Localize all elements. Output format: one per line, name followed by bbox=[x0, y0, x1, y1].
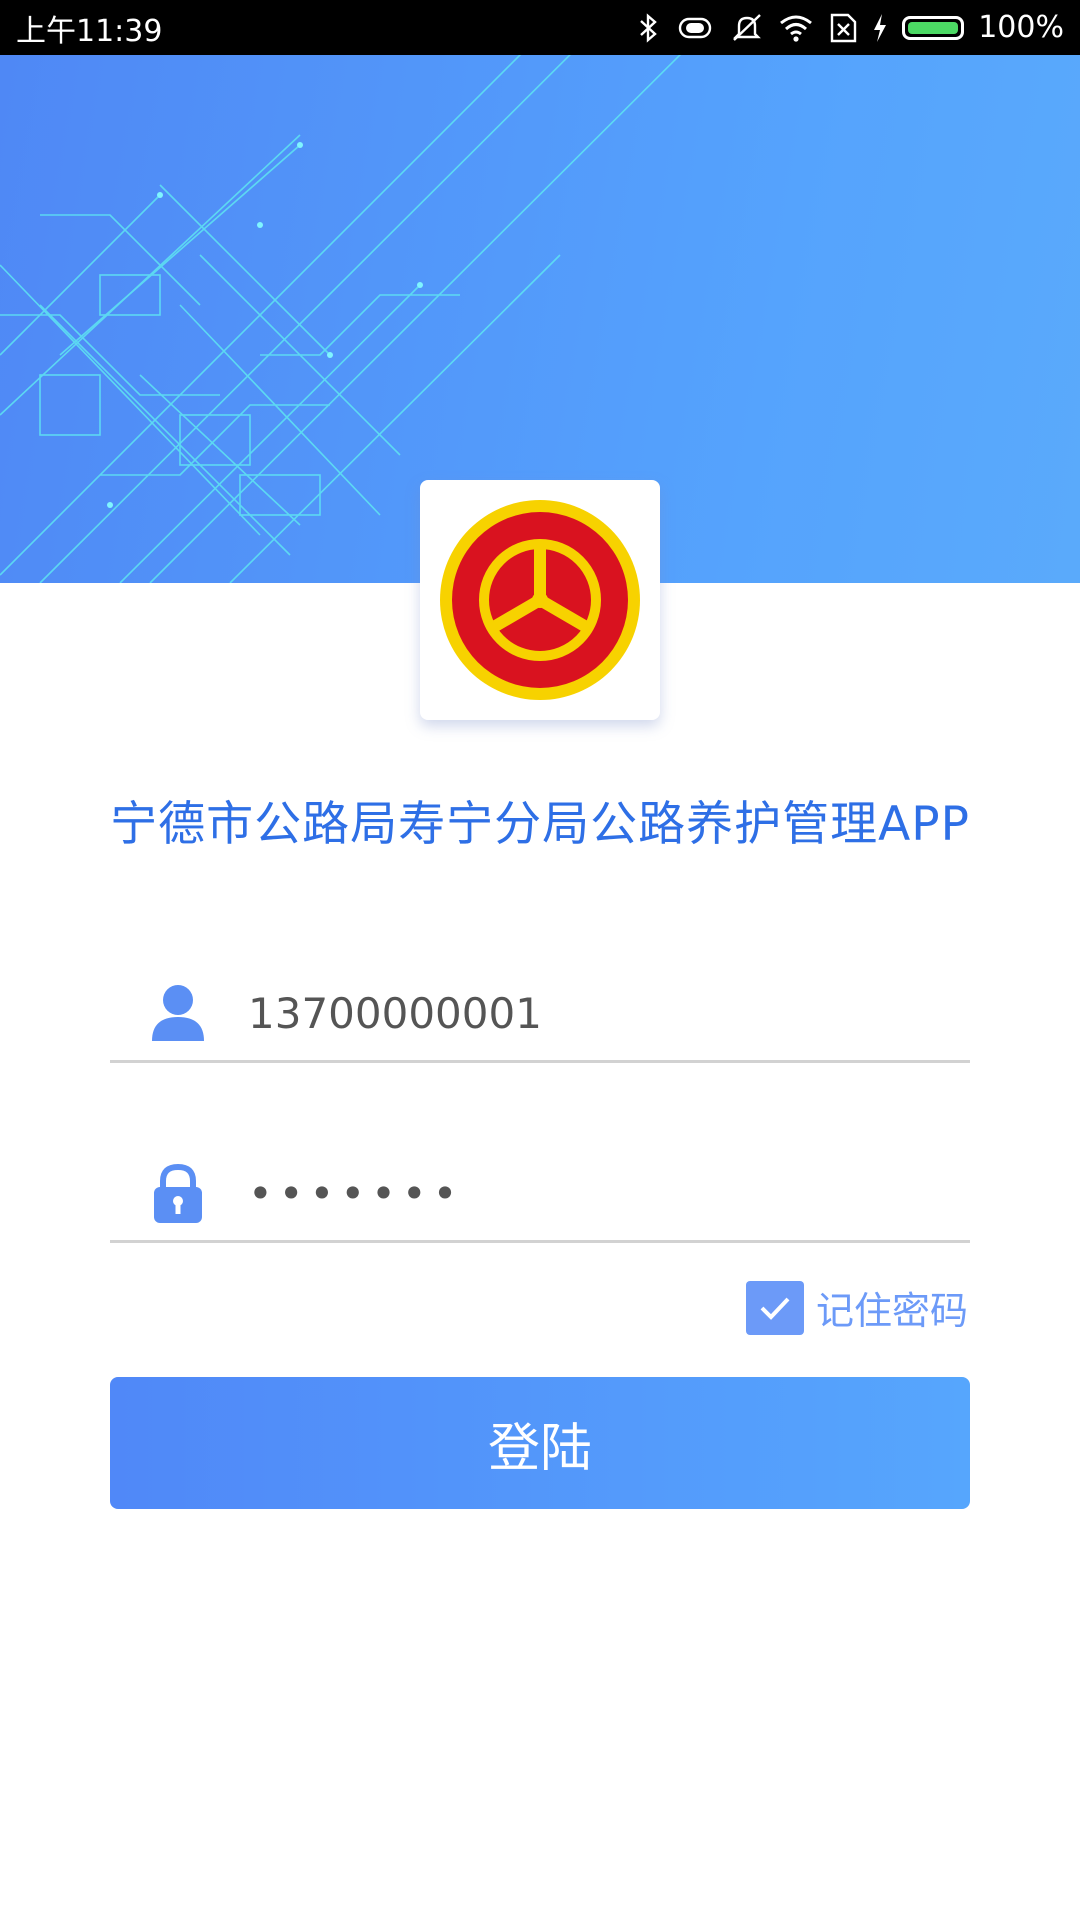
sim-x-icon bbox=[828, 12, 858, 44]
check-icon bbox=[760, 1297, 790, 1320]
remember-label[interactable]: 记住密码 bbox=[816, 1280, 968, 1335]
login-button[interactable]: 登陆 bbox=[110, 1377, 970, 1509]
mute-icon bbox=[730, 12, 764, 44]
charging-icon bbox=[872, 12, 888, 44]
battery-icon bbox=[902, 15, 965, 40]
password-input[interactable] bbox=[248, 1161, 928, 1225]
remember-password[interactable]: 记住密码 bbox=[746, 1280, 968, 1335]
app-logo-card bbox=[420, 480, 660, 720]
username-input[interactable] bbox=[248, 981, 928, 1045]
lock-icon bbox=[150, 1163, 206, 1223]
wifi-icon bbox=[778, 13, 814, 43]
status-time: 上午11:39 bbox=[16, 13, 163, 49]
wheel-emblem-logo bbox=[440, 500, 640, 700]
vibrate-icon bbox=[674, 13, 716, 43]
status-bar: 上午11:39 100% bbox=[0, 0, 1080, 55]
username-field bbox=[110, 963, 970, 1063]
status-icons: 100% bbox=[638, 10, 1064, 45]
bluetooth-icon bbox=[638, 12, 660, 44]
user-icon bbox=[150, 983, 206, 1043]
remember-checkbox[interactable] bbox=[746, 1280, 804, 1335]
app-title: 宁德市公路局寿宁分局公路养护管理APP bbox=[110, 797, 970, 852]
password-field bbox=[110, 1143, 970, 1243]
battery-percent: 100% bbox=[978, 10, 1064, 45]
